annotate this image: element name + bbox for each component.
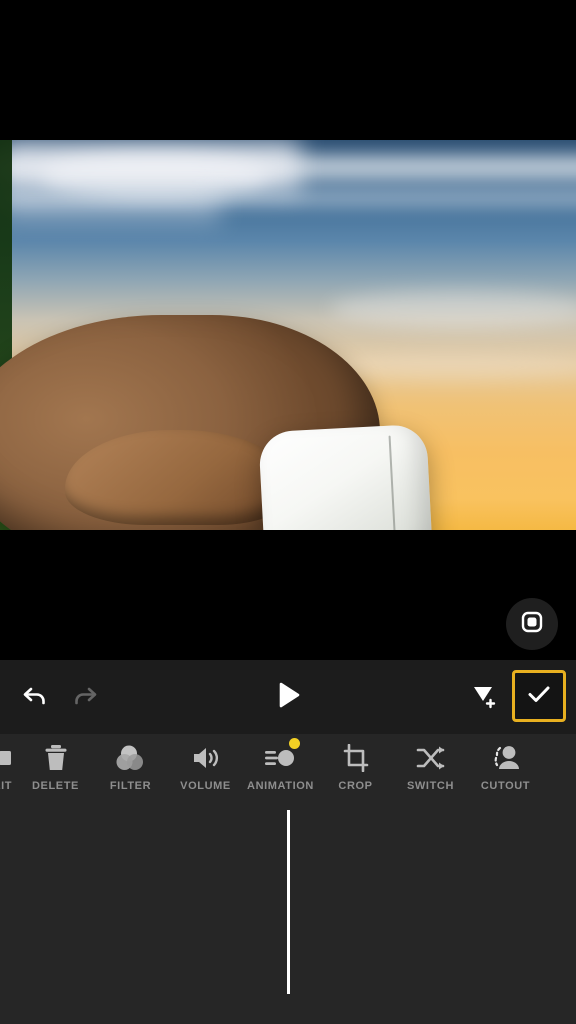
edit-toolbar: SPLIT DELETE FILTER <box>0 734 576 810</box>
aspect-ratio-icon <box>518 608 546 641</box>
trash-icon <box>42 740 70 776</box>
transport-bar <box>0 660 576 734</box>
tool-label: DELETE <box>32 780 79 792</box>
tool-filter[interactable]: FILTER <box>93 734 168 792</box>
tool-label: FILTER <box>109 780 152 792</box>
video-preview[interactable] <box>0 140 576 530</box>
redo-button[interactable] <box>58 674 110 720</box>
animation-new-badge <box>289 738 300 749</box>
add-keyframe-icon <box>469 680 499 715</box>
preview-backdrop <box>0 530 576 660</box>
volume-icon <box>190 740 222 776</box>
undo-button[interactable] <box>10 674 62 720</box>
tool-switch[interactable]: SWITCH <box>393 734 468 792</box>
crop-icon <box>342 740 370 776</box>
cloud <box>0 192 220 222</box>
tool-label: CUTOUT <box>480 780 531 792</box>
shuffle-icon <box>416 740 446 776</box>
top-letterbox <box>0 0 576 140</box>
add-keyframe-button[interactable] <box>458 674 510 720</box>
timeline[interactable]: :17.7 <box>0 810 576 1024</box>
tool-label: ANIMATION <box>247 780 314 792</box>
check-icon <box>524 679 554 714</box>
tool-delete[interactable]: DELETE <box>18 734 93 792</box>
cloud <box>0 140 300 192</box>
tool-cutout[interactable]: CUTOUT <box>468 734 543 792</box>
redo-icon <box>69 680 99 715</box>
video-editor-screen: SPLIT DELETE FILTER <box>0 0 576 1024</box>
tool-label: SPLIT <box>0 780 13 792</box>
confirm-button[interactable] <box>512 670 566 722</box>
play-button[interactable] <box>262 674 314 720</box>
tool-volume[interactable]: VOLUME <box>168 734 243 792</box>
playhead[interactable] <box>287 810 290 994</box>
undo-icon <box>21 680 51 715</box>
cloud <box>330 290 576 328</box>
aspect-ratio-button[interactable] <box>506 598 558 650</box>
tool-crop[interactable]: CROP <box>318 734 393 792</box>
cutout-icon <box>491 740 521 776</box>
filter-icon <box>115 740 147 776</box>
tool-label: VOLUME <box>180 780 231 792</box>
tool-animation[interactable]: ANIMATION <box>243 734 318 792</box>
earbuds-case <box>258 423 434 530</box>
play-icon <box>272 679 304 716</box>
tool-split[interactable]: SPLIT <box>0 734 18 792</box>
tool-label: SWITCH <box>407 780 454 792</box>
tool-label: CROP <box>338 780 373 792</box>
split-icon <box>0 740 12 776</box>
